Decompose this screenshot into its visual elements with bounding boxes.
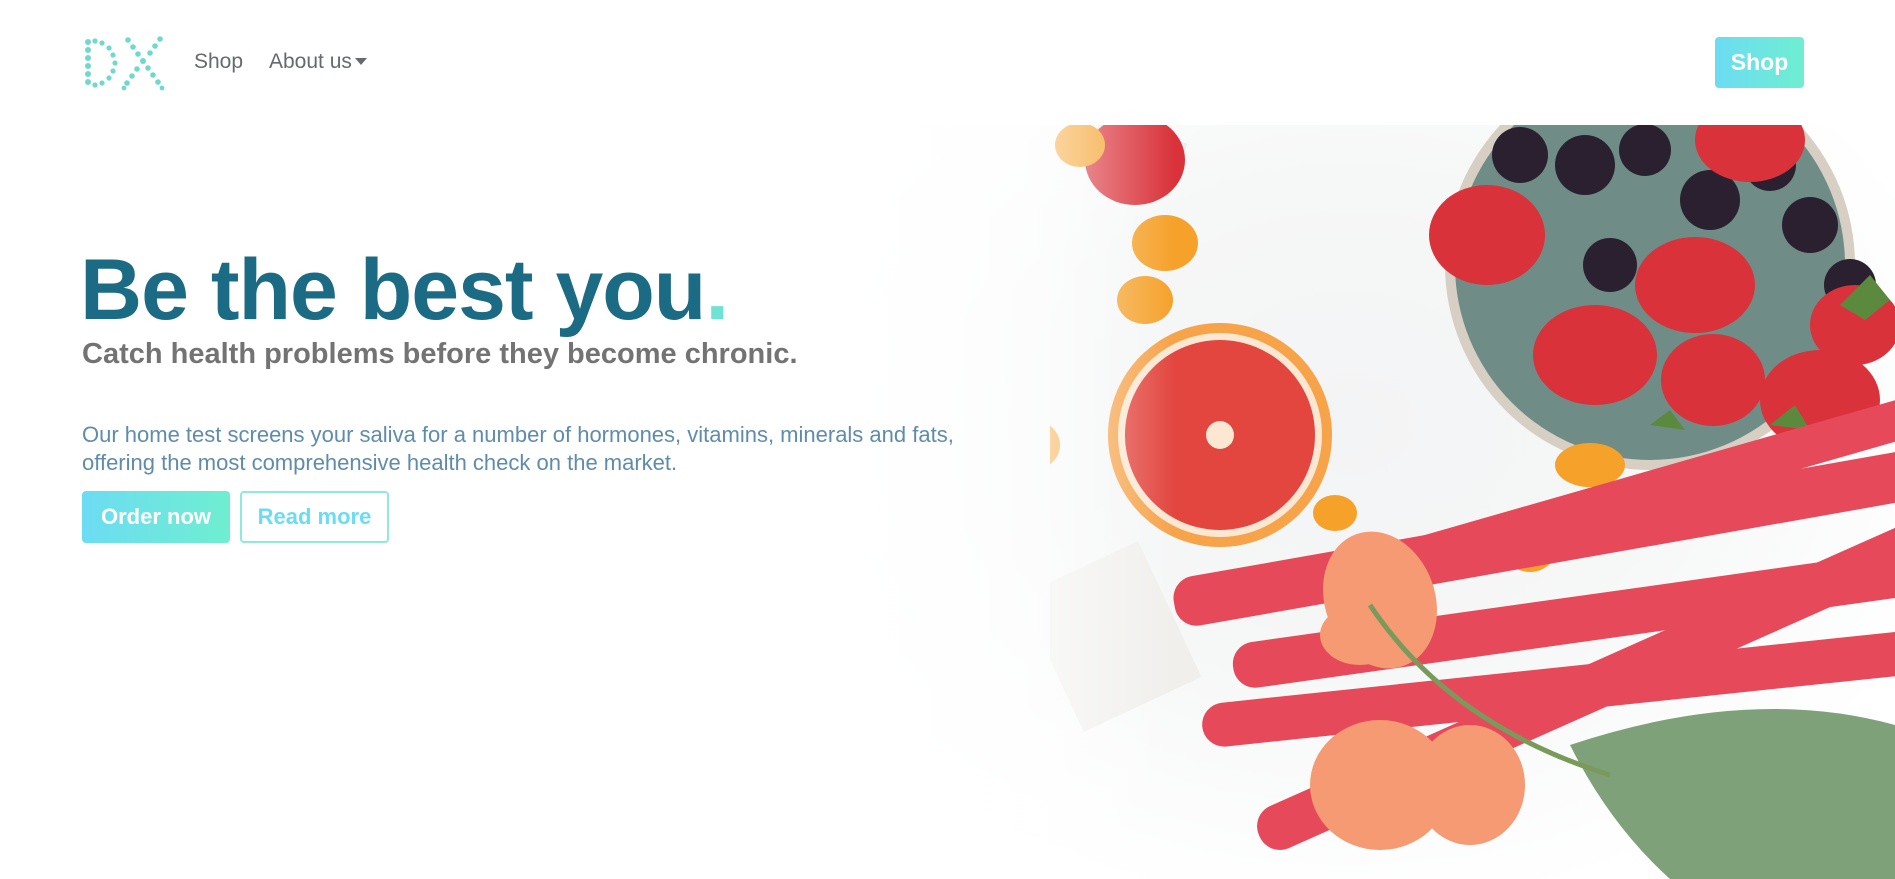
order-now-button[interactable]: Order now	[82, 491, 230, 543]
hero-headline-text: Be the best you	[80, 242, 706, 338]
navbar: Shop About us Shop	[0, 0, 1895, 125]
shop-button[interactable]: Shop	[1715, 37, 1804, 88]
hero-subheadline: Catch health problems before they become…	[82, 338, 798, 370]
caret-down-icon	[354, 58, 367, 65]
nav-shop-link[interactable]: Shop	[194, 50, 243, 74]
hero-headline: Be the best you.	[80, 241, 729, 340]
nav-about-dropdown[interactable]: About us	[269, 50, 367, 74]
hero-headline-dot: .	[705, 242, 729, 338]
hero-body-text: Our home test screens your saliva for a …	[82, 422, 954, 475]
hero-section: Be the best you. Catch health problems b…	[0, 125, 1895, 879]
nav-about-label: About us	[269, 50, 352, 73]
dx-dotted-logo-icon[interactable]	[82, 34, 166, 92]
read-more-button[interactable]: Read more	[240, 491, 389, 543]
